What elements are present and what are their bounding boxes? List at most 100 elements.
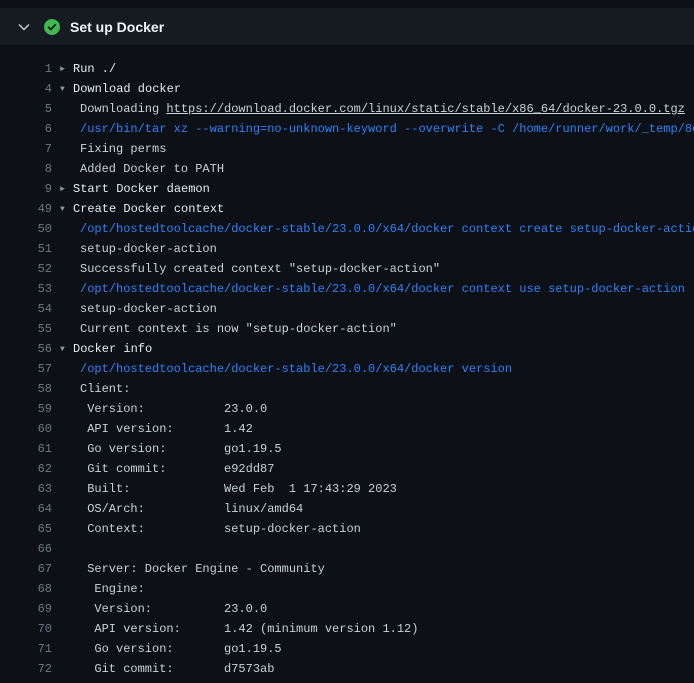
log-line: 69 Version: 23.0.0	[0, 599, 694, 619]
success-check-icon	[44, 19, 60, 35]
log-line: 61 Go version: go1.19.5	[0, 439, 694, 459]
log-line: 70 API version: 1.42 (minimum version 1.…	[0, 619, 694, 639]
line-number[interactable]: 71	[0, 639, 52, 659]
log-line: 71 Go version: go1.19.5	[0, 639, 694, 659]
group-title: Run ./	[73, 62, 116, 76]
line-number[interactable]: 56	[0, 339, 52, 359]
line-content: Engine:	[60, 579, 145, 599]
line-content: /opt/hostedtoolcache/docker-stable/23.0.…	[60, 359, 512, 379]
line-number[interactable]: 58	[0, 379, 52, 399]
line-number[interactable]: 70	[0, 619, 52, 639]
group-expanded-icon[interactable]: ▼	[60, 340, 73, 359]
log-line: 8 Added Docker to PATH	[0, 159, 694, 179]
line-content: Go version: go1.19.5	[60, 439, 282, 459]
line-number[interactable]: 8	[0, 159, 52, 179]
log-line[interactable]: 56 ▼Docker info	[0, 339, 694, 359]
group-expanded-icon[interactable]: ▼	[60, 80, 73, 99]
line-content: API version: 1.42 (minimum version 1.12)	[60, 619, 418, 639]
line-content: Built: Wed Feb 1 17:43:29 2023	[60, 479, 397, 499]
line-content: setup-docker-action	[60, 299, 217, 319]
line-number[interactable]: 54	[0, 299, 52, 319]
line-number[interactable]: 4	[0, 79, 52, 99]
line-content: setup-docker-action	[60, 239, 217, 259]
log-line: 66	[0, 539, 694, 559]
log-lines: 1►Run ./4▼Download docker5Downloading ht…	[0, 45, 694, 679]
line-content: ►Run ./	[60, 59, 116, 79]
line-number[interactable]: 60	[0, 419, 52, 439]
chevron-down-icon[interactable]	[16, 19, 32, 35]
line-content: ▼Docker info	[60, 339, 152, 359]
line-number[interactable]: 64	[0, 499, 52, 519]
log-line: 58 Client:	[0, 379, 694, 399]
line-number[interactable]: 69	[0, 599, 52, 619]
line-content: /opt/hostedtoolcache/docker-stable/23.0.…	[60, 219, 694, 239]
line-number[interactable]: 57	[0, 359, 52, 379]
line-number[interactable]: 53	[0, 279, 52, 299]
log-line: 54 setup-docker-action	[0, 299, 694, 319]
line-number[interactable]: 1	[0, 59, 52, 79]
line-number[interactable]: 9	[0, 179, 52, 199]
line-number[interactable]: 63	[0, 479, 52, 499]
group-expanded-icon[interactable]: ▼	[60, 200, 73, 219]
log-line: 68 Engine:	[0, 579, 694, 599]
line-number[interactable]: 6	[0, 119, 52, 139]
line-content: Server: Docker Engine - Community	[60, 559, 325, 579]
group-title: Create Docker context	[73, 202, 224, 216]
line-content: Added Docker to PATH	[60, 159, 224, 179]
log-line: 7Fixing perms	[0, 139, 694, 159]
line-number[interactable]: 50	[0, 219, 52, 239]
log-line: 64 OS/Arch: linux/amd64	[0, 499, 694, 519]
line-number[interactable]: 52	[0, 259, 52, 279]
line-content	[60, 539, 80, 559]
line-content: Git commit: e92dd87	[60, 459, 274, 479]
log-line[interactable]: 1 ►Run ./	[0, 59, 694, 79]
group-title: Docker info	[73, 342, 152, 356]
log-line: 63 Built: Wed Feb 1 17:43:29 2023	[0, 479, 694, 499]
line-content: ▼Create Docker context	[60, 199, 224, 219]
log-line: 50/opt/hostedtoolcache/docker-stable/23.…	[0, 219, 694, 239]
download-url-link[interactable]: https://download.docker.com/linux/static…	[166, 102, 684, 116]
line-content: API version: 1.42	[60, 419, 253, 439]
line-content: Client:	[60, 379, 130, 399]
line-content: Downloading https://download.docker.com/…	[60, 99, 685, 119]
log-line[interactable]: 4 ▼Download docker	[0, 79, 694, 99]
line-number[interactable]: 67	[0, 559, 52, 579]
log-line: 6/usr/bin/tar xz --warning=no-unknown-ke…	[0, 119, 694, 139]
line-content: Current context is now "setup-docker-act…	[60, 319, 397, 339]
step-header[interactable]: Set up Docker	[0, 8, 694, 45]
line-number[interactable]: 49	[0, 199, 52, 219]
log-line: 53/opt/hostedtoolcache/docker-stable/23.…	[0, 279, 694, 299]
line-number[interactable]: 5	[0, 99, 52, 119]
line-number[interactable]: 7	[0, 139, 52, 159]
line-number[interactable]: 59	[0, 399, 52, 419]
line-content: Git commit: d7573ab	[60, 659, 274, 679]
log-line: 60 API version: 1.42	[0, 419, 694, 439]
log-line[interactable]: 9►Start Docker daemon	[0, 179, 694, 199]
line-number[interactable]: 55	[0, 319, 52, 339]
log-line: 67 Server: Docker Engine - Community	[0, 559, 694, 579]
line-content: /opt/hostedtoolcache/docker-stable/23.0.…	[60, 279, 685, 299]
group-collapsed-icon[interactable]: ►	[60, 60, 73, 79]
line-number[interactable]: 65	[0, 519, 52, 539]
line-number[interactable]: 62	[0, 459, 52, 479]
log-line: 55 Current context is now "setup-docker-a…	[0, 319, 694, 339]
line-content: OS/Arch: linux/amd64	[60, 499, 303, 519]
line-content: Version: 23.0.0	[60, 599, 267, 619]
log-line: 5 Downloading https://download.docker.com…	[0, 99, 694, 119]
line-number[interactable]: 51	[0, 239, 52, 259]
log-line: 62 Git commit: e92dd87	[0, 459, 694, 479]
log-line: 65 Context: setup-docker-action	[0, 519, 694, 539]
line-content: ▼Download docker	[60, 79, 181, 99]
log-line: 51 setup-docker-action	[0, 239, 694, 259]
line-number[interactable]: 66	[0, 539, 52, 559]
line-number[interactable]: 68	[0, 579, 52, 599]
log-line: 72 Git commit: d7573ab	[0, 659, 694, 679]
line-number[interactable]: 61	[0, 439, 52, 459]
log-viewer: Set up Docker 1►Run ./4▼Download docker5…	[0, 8, 694, 683]
log-line[interactable]: 49 ▼Create Docker context	[0, 199, 694, 219]
group-collapsed-icon[interactable]: ►	[60, 180, 73, 199]
line-number[interactable]: 72	[0, 659, 52, 679]
log-line: 59 Version: 23.0.0	[0, 399, 694, 419]
line-content: /usr/bin/tar xz --warning=no-unknown-key…	[60, 119, 694, 139]
log-line: 57/opt/hostedtoolcache/docker-stable/23.…	[0, 359, 694, 379]
